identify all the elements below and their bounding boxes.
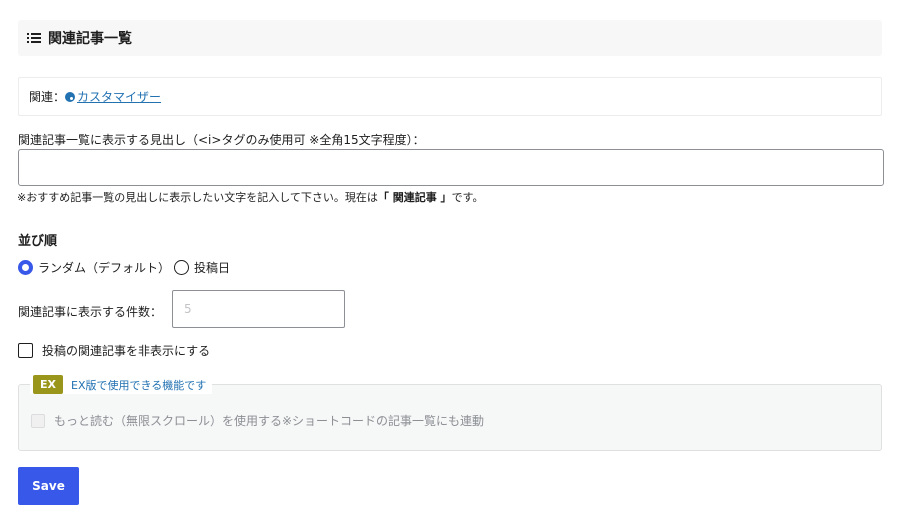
help-prefix: ※おすすめ記事一覧の見出しに表示したい文字を記入して下さい。現在は [17, 191, 378, 204]
hide-related-label[interactable]: 投稿の関連記事を非表示にする [42, 342, 210, 359]
related-label: 関連： [29, 90, 66, 104]
radio-random-label[interactable]: ランダム（デフォルト） [38, 259, 170, 276]
page-title: 関連記事一覧 [48, 31, 132, 47]
ex-title: EX版で使用できる機能です [71, 378, 207, 392]
ex-legend: EX EX版で使用できる機能です [30, 375, 213, 394]
radio-post-date-label[interactable]: 投稿日 [194, 259, 230, 276]
customizer-link-text: カスタマイザー [77, 90, 162, 104]
count-input[interactable]: 5 [172, 290, 345, 328]
palette-icon [65, 91, 76, 102]
customizer-link[interactable]: カスタマイザー [65, 88, 161, 105]
ex-badge: EX [33, 375, 63, 394]
sort-title: 並び順 [18, 234, 58, 249]
related-box: 関連： カスタマイザー [18, 77, 882, 116]
hide-related-row[interactable]: 投稿の関連記事を非表示にする [18, 342, 210, 359]
heading-help-text: ※おすすめ記事一覧の見出しに表示したい文字を記入して下さい。現在は「 関連記事 … [17, 189, 483, 205]
count-label: 関連記事に表示する件数： [18, 305, 163, 319]
help-current-value: 「 関連記事 」 [377, 191, 452, 204]
save-button[interactable]: Save [18, 467, 79, 505]
infinite-scroll-label: もっと読む（無限スクロール）を使用する※ショートコードの記事一覧にも連動 [54, 414, 485, 428]
heading-field-label: 関連記事一覧に表示する見出し（<i>タグのみ使用可 ※全角15文字程度）： [18, 133, 425, 147]
sort-options: ランダム（デフォルト） 投稿日 [18, 259, 234, 276]
ex-option-row: もっと読む（無限スクロール）を使用する※ショートコードの記事一覧にも連動 [31, 412, 484, 429]
hide-related-checkbox[interactable] [18, 343, 33, 358]
section-header: 関連記事一覧 [18, 20, 882, 56]
infinite-scroll-checkbox [31, 413, 45, 428]
radio-random[interactable] [18, 260, 33, 275]
heading-input[interactable] [18, 149, 884, 186]
help-suffix: です。 [451, 191, 484, 204]
radio-post-date[interactable] [174, 260, 190, 275]
list-icon [27, 32, 41, 44]
count-placeholder: 5 [184, 302, 192, 316]
